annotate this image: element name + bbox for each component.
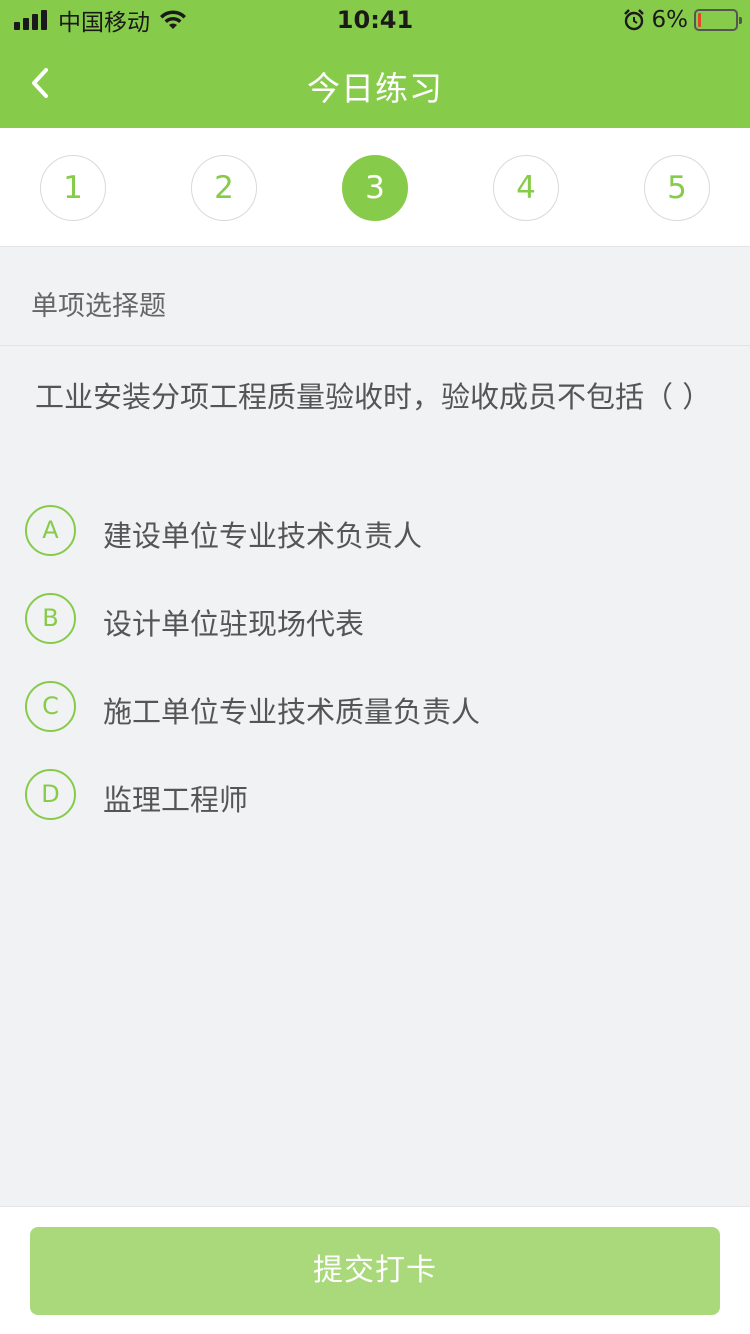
step-4[interactable]: 4 (493, 155, 559, 221)
header: 中国移动 10:41 6% 今日练习 (0, 0, 750, 128)
option-letter: C (25, 681, 76, 732)
question-type-bar: 单项选择题 (0, 248, 750, 346)
option-a[interactable]: A 建设单位专业技术负责人 (25, 505, 715, 557)
status-bar: 中国移动 10:41 6% (0, 0, 750, 40)
option-d[interactable]: D 监理工程师 (25, 769, 715, 821)
question-type: 单项选择题 (31, 291, 166, 322)
nav-bar: 今日练习 (0, 40, 750, 128)
page-title: 今日练习 (307, 69, 443, 108)
submit-checkin-button[interactable]: 提交打卡 (30, 1227, 720, 1315)
question-text: 工业安装分项工程质量验收时，验收成员不包括（ ） (35, 380, 712, 414)
step-5[interactable]: 5 (644, 155, 710, 221)
option-letter: B (25, 593, 76, 644)
step-2[interactable]: 2 (191, 155, 257, 221)
option-letter: A (25, 505, 76, 556)
battery-level (698, 13, 701, 27)
battery-icon (694, 9, 742, 31)
option-letter: D (25, 769, 76, 820)
option-text: 施工单位专业技术质量负责人 (103, 695, 481, 729)
alarm-icon (623, 9, 644, 31)
option-c[interactable]: C 施工单位专业技术质量负责人 (25, 681, 715, 733)
option-text: 设计单位驻现场代表 (103, 607, 365, 641)
step-1[interactable]: 1 (40, 155, 106, 221)
status-right: 6% (622, 6, 742, 34)
step-3-active[interactable]: 3 (342, 155, 408, 221)
question-stepper: 1 2 3 4 5 (0, 128, 750, 247)
battery-percent: 6% (651, 7, 689, 33)
footer: 提交打卡 (0, 1206, 750, 1334)
option-b[interactable]: B 设计单位驻现场代表 (25, 593, 715, 645)
option-text: 监理工程师 (103, 783, 249, 817)
option-text: 建设单位专业技术负责人 (103, 519, 423, 553)
